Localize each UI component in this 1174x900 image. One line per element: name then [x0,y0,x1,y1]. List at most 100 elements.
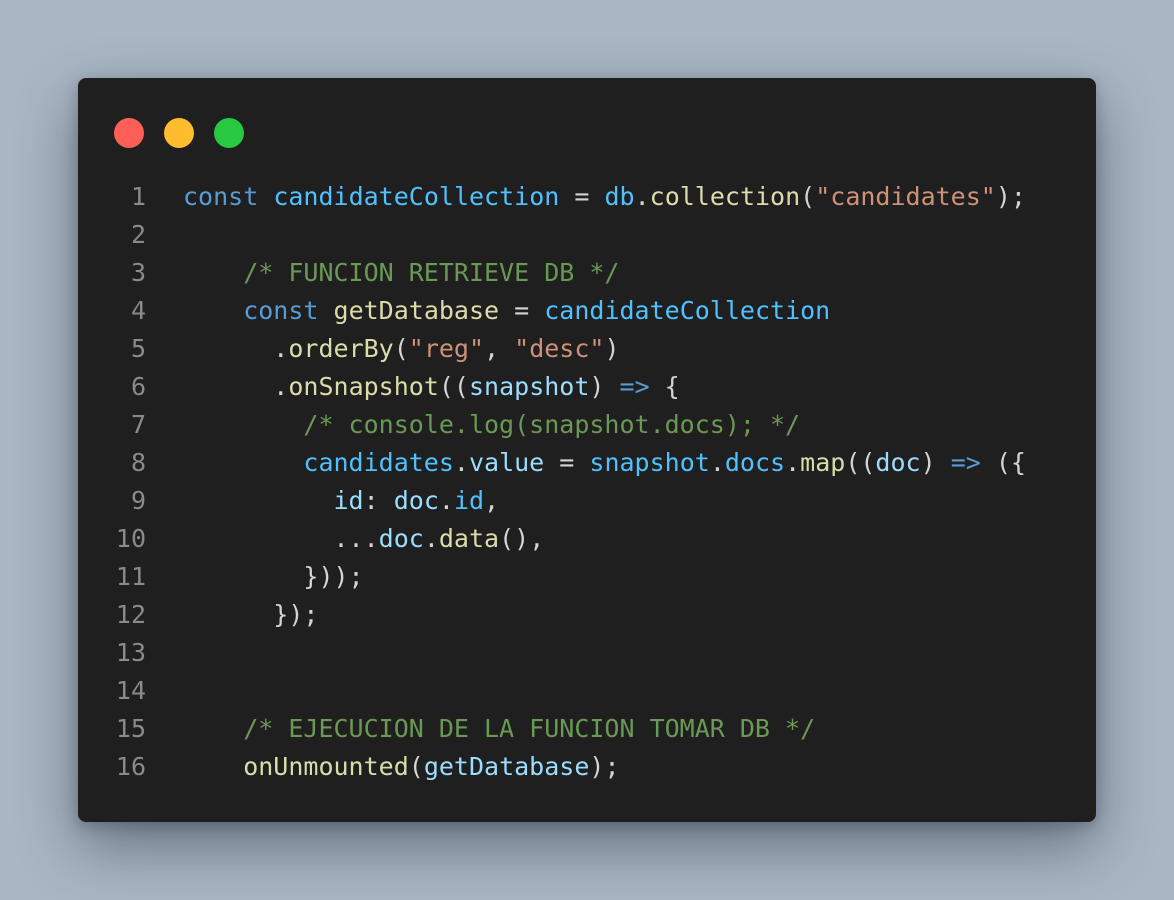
code-token: => [619,372,650,401]
code-token: "reg" [408,334,485,363]
line-number: 12 [115,600,146,629]
code-token: const [183,182,259,211]
code-token: getDatabase [333,296,500,325]
line-number: 10 [115,524,146,553]
code-token: ... [333,524,379,553]
code-token: const [243,296,319,325]
line-number: 16 [115,752,146,781]
code-token: "candidates" [815,182,996,211]
line-number: 6 [130,372,146,401]
line-number: 9 [130,486,146,515]
line-code: .orderBy("reg", "desc") [183,330,620,368]
code-token: doc [393,486,439,515]
line-number: 14 [115,676,146,705]
code-line: 14 [78,672,1096,710]
line-number: 15 [115,714,146,743]
code-line: 15 /* EJECUCION DE LA FUNCION TOMAR DB */ [78,710,1096,748]
code-token: = [544,448,590,477]
line-number: 11 [115,562,146,591]
code-token: })); [303,562,364,591]
code-token: value [468,448,545,477]
line-code: onUnmounted(getDatabase); [183,748,620,786]
code-token: map [800,448,846,477]
line-code: candidates.value = snapshot.docs.map((do… [183,444,1026,482]
code-token: = [559,182,605,211]
code-token: : [363,486,394,515]
code-token: . [634,182,650,211]
line-number: 13 [115,638,146,667]
line-code: const getDatabase = candidateCollection [183,292,830,330]
code-token: (), [499,524,545,553]
line-code: const candidateCollection = db.collectio… [183,178,1026,216]
code-token: ({ [980,448,1026,477]
line-number: 8 [130,448,146,477]
code-line: 13 [78,634,1096,672]
line-code: ...doc.data(), [183,520,545,558]
line-number: 3 [130,258,146,287]
code-line: 6 .onSnapshot((snapshot) => { [78,368,1096,406]
code-token: ); [589,752,620,781]
code-token: . [423,524,439,553]
code-block: 1 const candidateCollection = db.collecti… [78,178,1096,786]
code-token: id [453,486,485,515]
code-line: 12}); [78,596,1096,634]
code-token: . [438,486,454,515]
code-window: 1 const candidateCollection = db.collecti… [78,78,1096,822]
line-number: 2 [130,220,146,249]
code-token: }); [273,600,319,629]
code-token: . [785,448,801,477]
code-token: onSnapshot [288,372,439,401]
line-number: 4 [130,296,146,325]
code-token: . [273,372,289,401]
code-token: snapshot [468,372,590,401]
code-token: data [438,524,500,553]
line-code: })); [183,558,364,596]
code-token: candidateCollection [544,296,831,325]
code-token: = [499,296,545,325]
code-token: onUnmounted [243,752,409,781]
code-token: candidateCollection [273,182,560,211]
code-line: 16 onUnmounted(getDatabase); [78,748,1096,786]
code-token: /* EJECUCION DE LA FUNCION TOMAR DB */ [243,714,816,743]
minimize-dot-icon[interactable] [164,118,194,148]
code-line: 5 .orderBy("reg", "desc") [78,330,1096,368]
code-token: , [484,334,515,363]
code-token: ( [393,334,409,363]
code-line: 3 /* FUNCION RETRIEVE DB */ [78,254,1096,292]
code-line: 11})); [78,558,1096,596]
line-code: }); [183,596,318,634]
code-token: collection [649,182,801,211]
code-line: 8 candidates.value = snapshot.docs.map((d… [78,444,1096,482]
code-token: , [484,486,500,515]
code-token: ) [589,372,620,401]
code-line: 2 [78,216,1096,254]
code-token: . [273,334,289,363]
code-token: candidates [303,448,454,477]
code-token: doc [875,448,921,477]
code-token: (( [438,372,469,401]
code-line: 10 ...doc.data(), [78,520,1096,558]
code-token: . [453,448,469,477]
code-token: "desc" [514,334,605,363]
line-number: 1 [130,182,146,211]
code-token: id [333,486,364,515]
code-token: snapshot [589,448,710,477]
line-code: id: doc.id, [183,482,500,520]
line-code: /* console.log(snapshot.docs); */ [183,406,800,444]
code-token: ( [408,752,424,781]
line-code: /* FUNCION RETRIEVE DB */ [183,254,619,292]
code-line: 4 const getDatabase = candidateCollection [78,292,1096,330]
maximize-dot-icon[interactable] [214,118,244,148]
code-token: getDatabase [423,752,590,781]
line-number: 5 [130,334,146,363]
code-token: ) [604,334,620,363]
code-token: (( [845,448,876,477]
line-code: /* EJECUCION DE LA FUNCION TOMAR DB */ [183,710,815,748]
code-line: 7 /* console.log(snapshot.docs); */ [78,406,1096,444]
line-code: .onSnapshot((snapshot) => { [183,368,679,406]
code-token: /* console.log(snapshot.docs); */ [303,410,801,439]
code-token: ( [800,182,816,211]
code-token: orderBy [288,334,394,363]
close-dot-icon[interactable] [114,118,144,148]
